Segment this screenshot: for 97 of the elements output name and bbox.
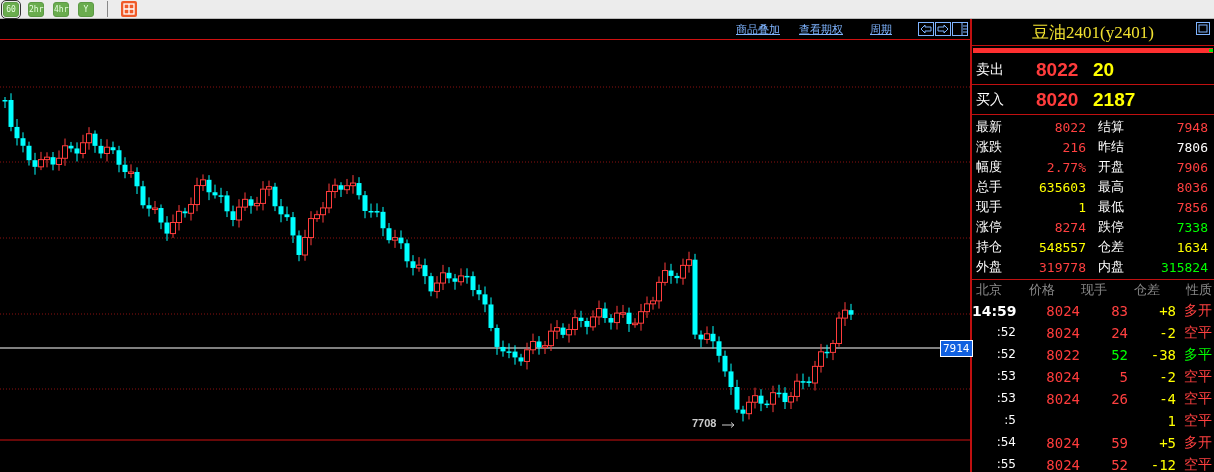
tick-nature: 多开 (1184, 434, 1212, 452)
tick-time: :53 (995, 391, 1016, 407)
tick-oi-change: -4 (1159, 391, 1176, 407)
stat-label: 结算 (1098, 118, 1124, 136)
stat-label: 持仓 (976, 238, 1002, 256)
tick-oi-change: -38 (1150, 347, 1176, 363)
stat-label: 内盘 (1098, 258, 1124, 276)
stat-label: 最高 (1098, 178, 1124, 196)
stat-value: 8036 (1176, 179, 1208, 195)
quote-price: 8022 (1036, 58, 1080, 81)
tick-time: :52 (995, 347, 1016, 363)
column-header: 北京 (976, 281, 1002, 299)
tick-time: :53 (995, 369, 1016, 385)
tick-volume: 24 (1111, 325, 1128, 341)
right-arrow-icon[interactable] (935, 22, 951, 36)
tick-nature: 空平 (1184, 324, 1212, 342)
stat-value: 7856 (1176, 199, 1208, 215)
stat-value: 315824 (1161, 259, 1208, 275)
tick-volume: 52 (1111, 457, 1128, 472)
tick-volume: 59 (1111, 435, 1128, 451)
tick-price: 8024 (1046, 369, 1080, 385)
stat-label: 开盘 (1098, 158, 1124, 176)
stat-value: 1634 (1176, 239, 1208, 255)
stat-label: 涨跌 (976, 138, 1002, 156)
tick-price: 8024 (1046, 303, 1080, 319)
stat-label: 跌停 (1098, 218, 1124, 236)
stat-label: 昨结 (1098, 138, 1124, 156)
stat-value: 216 (1062, 139, 1086, 155)
price-marker: 7914 (940, 340, 973, 357)
maximize-icon[interactable] (1196, 22, 1210, 35)
left-arrow-icon[interactable] (918, 22, 934, 36)
stat-value: 319778 (1039, 259, 1086, 275)
quote-price: 8020 (1036, 88, 1080, 111)
stat-label: 最低 (1098, 198, 1124, 216)
stat-label: 幅度 (976, 158, 1002, 176)
tick-volume: 26 (1111, 391, 1128, 407)
column-header: 价格 (1028, 281, 1055, 299)
contract-title: 豆油2401(y2401) (1032, 21, 1154, 44)
tick-oi-change: -12 (1150, 457, 1176, 472)
panel-toggle-icon[interactable] (952, 22, 968, 36)
tick-volume: 52 (1111, 347, 1128, 363)
tick-time: 14:59 (972, 301, 1016, 321)
tick-oi-change: +5 (1159, 435, 1176, 451)
stat-label: 最新 (976, 118, 1002, 136)
stat-value: 7906 (1176, 159, 1208, 175)
stat-label: 现手 (976, 198, 1002, 216)
tick-time: :55 (995, 457, 1016, 472)
tick-oi-change: 1 (1167, 413, 1176, 429)
quote-label: 卖出 (976, 60, 1005, 79)
tick-price: 8024 (1046, 391, 1080, 407)
quote-volume: 2187 (1093, 88, 1136, 111)
stat-label: 总手 (976, 178, 1002, 196)
header-link[interactable]: 查看期权 (799, 21, 843, 37)
header-link[interactable]: 商品叠加 (736, 21, 780, 37)
quote-label: 买入 (976, 90, 1005, 109)
tick-price: 8024 (1046, 435, 1080, 451)
tick-time: :5 (1003, 413, 1016, 429)
stat-value: 1 (1078, 199, 1086, 215)
stat-label: 涨停 (976, 218, 1002, 236)
stat-value: 7806 (1176, 139, 1208, 155)
tick-nature: 多开 (1184, 302, 1212, 320)
tick-volume: 83 (1111, 303, 1128, 319)
stat-value: 548557 (1039, 239, 1086, 255)
tick-price: 8024 (1046, 325, 1080, 341)
column-header: 仓差 (1133, 281, 1160, 299)
stat-label: 外盘 (976, 258, 1002, 276)
low-price-label: 7708 (692, 417, 717, 429)
stat-label: 仓差 (1098, 238, 1124, 256)
tick-oi-change: +8 (1159, 303, 1176, 319)
tick-price: 8022 (1046, 347, 1080, 363)
tick-nature: 空平 (1184, 412, 1212, 430)
tick-time: :52 (995, 325, 1016, 341)
stat-value: 635603 (1039, 179, 1086, 195)
stat-value: 8022 (1054, 119, 1086, 135)
tick-oi-change: -2 (1159, 369, 1176, 385)
tick-oi-change: -2 (1159, 325, 1176, 341)
tick-nature: 空平 (1184, 456, 1212, 472)
stat-value: 7338 (1176, 219, 1208, 235)
tick-price: 8024 (1046, 457, 1080, 472)
quote-volume: 20 (1093, 58, 1115, 81)
period-button[interactable]: 2hr (28, 1, 44, 17)
period-button[interactable]: 4hr (53, 1, 69, 17)
tick-nature: 空平 (1184, 368, 1212, 386)
stat-value: 2.77% (1046, 159, 1086, 175)
header-link[interactable]: 周期 (870, 21, 892, 37)
column-header: 性质 (1186, 281, 1212, 299)
tick-volume: 5 (1119, 369, 1128, 385)
arrow-icon (722, 422, 736, 428)
stat-value: 7948 (1176, 119, 1208, 135)
stat-value: 8274 (1054, 219, 1086, 235)
column-header: 现手 (1081, 281, 1107, 299)
grid-icon[interactable] (121, 1, 137, 17)
period-button[interactable]: 60 (3, 1, 19, 17)
tick-nature: 空平 (1184, 390, 1212, 408)
tick-time: :54 (995, 435, 1016, 451)
tick-nature: 多平 (1184, 346, 1212, 364)
period-button[interactable]: Y (78, 1, 94, 17)
